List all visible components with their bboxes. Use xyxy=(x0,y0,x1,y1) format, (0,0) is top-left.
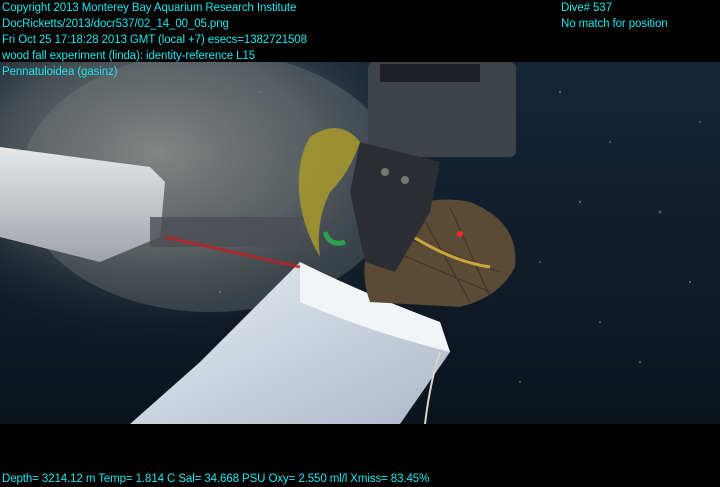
manipulator-slot xyxy=(380,64,480,82)
metadata-overlay-top-right: Dive# 537 No match for position xyxy=(561,0,668,32)
jaw-bolt xyxy=(381,168,389,176)
position-status: No match for position xyxy=(561,18,668,30)
video-frame: Copyright 2013 Monterey Bay Aquarium Res… xyxy=(0,0,720,486)
timestamp-line: Fri Oct 25 17:18:28 2013 GMT (local +7) … xyxy=(2,34,307,46)
dive-number: Dive# 537 xyxy=(561,2,612,14)
sensor-readout: Depth= 3214.12 m Temp= 1.814 C Sal= 34.6… xyxy=(2,473,430,485)
underwater-scene xyxy=(0,62,720,424)
metadata-overlay-top-left: Copyright 2013 Monterey Bay Aquarium Res… xyxy=(2,0,307,80)
jaw-bolt xyxy=(401,176,409,184)
image-path-line: DocRicketts/2013/docr537/02_14_00_05.png xyxy=(2,18,229,30)
copyright-line: Copyright 2013 Monterey Bay Aquarium Res… xyxy=(2,2,297,14)
laser-dot xyxy=(457,231,463,237)
experiment-line: wood fall experiment (linda): identity-r… xyxy=(2,50,256,62)
taxon-line: Pennatuloidea (gasinz) xyxy=(2,66,118,78)
arm-extension xyxy=(150,217,300,247)
